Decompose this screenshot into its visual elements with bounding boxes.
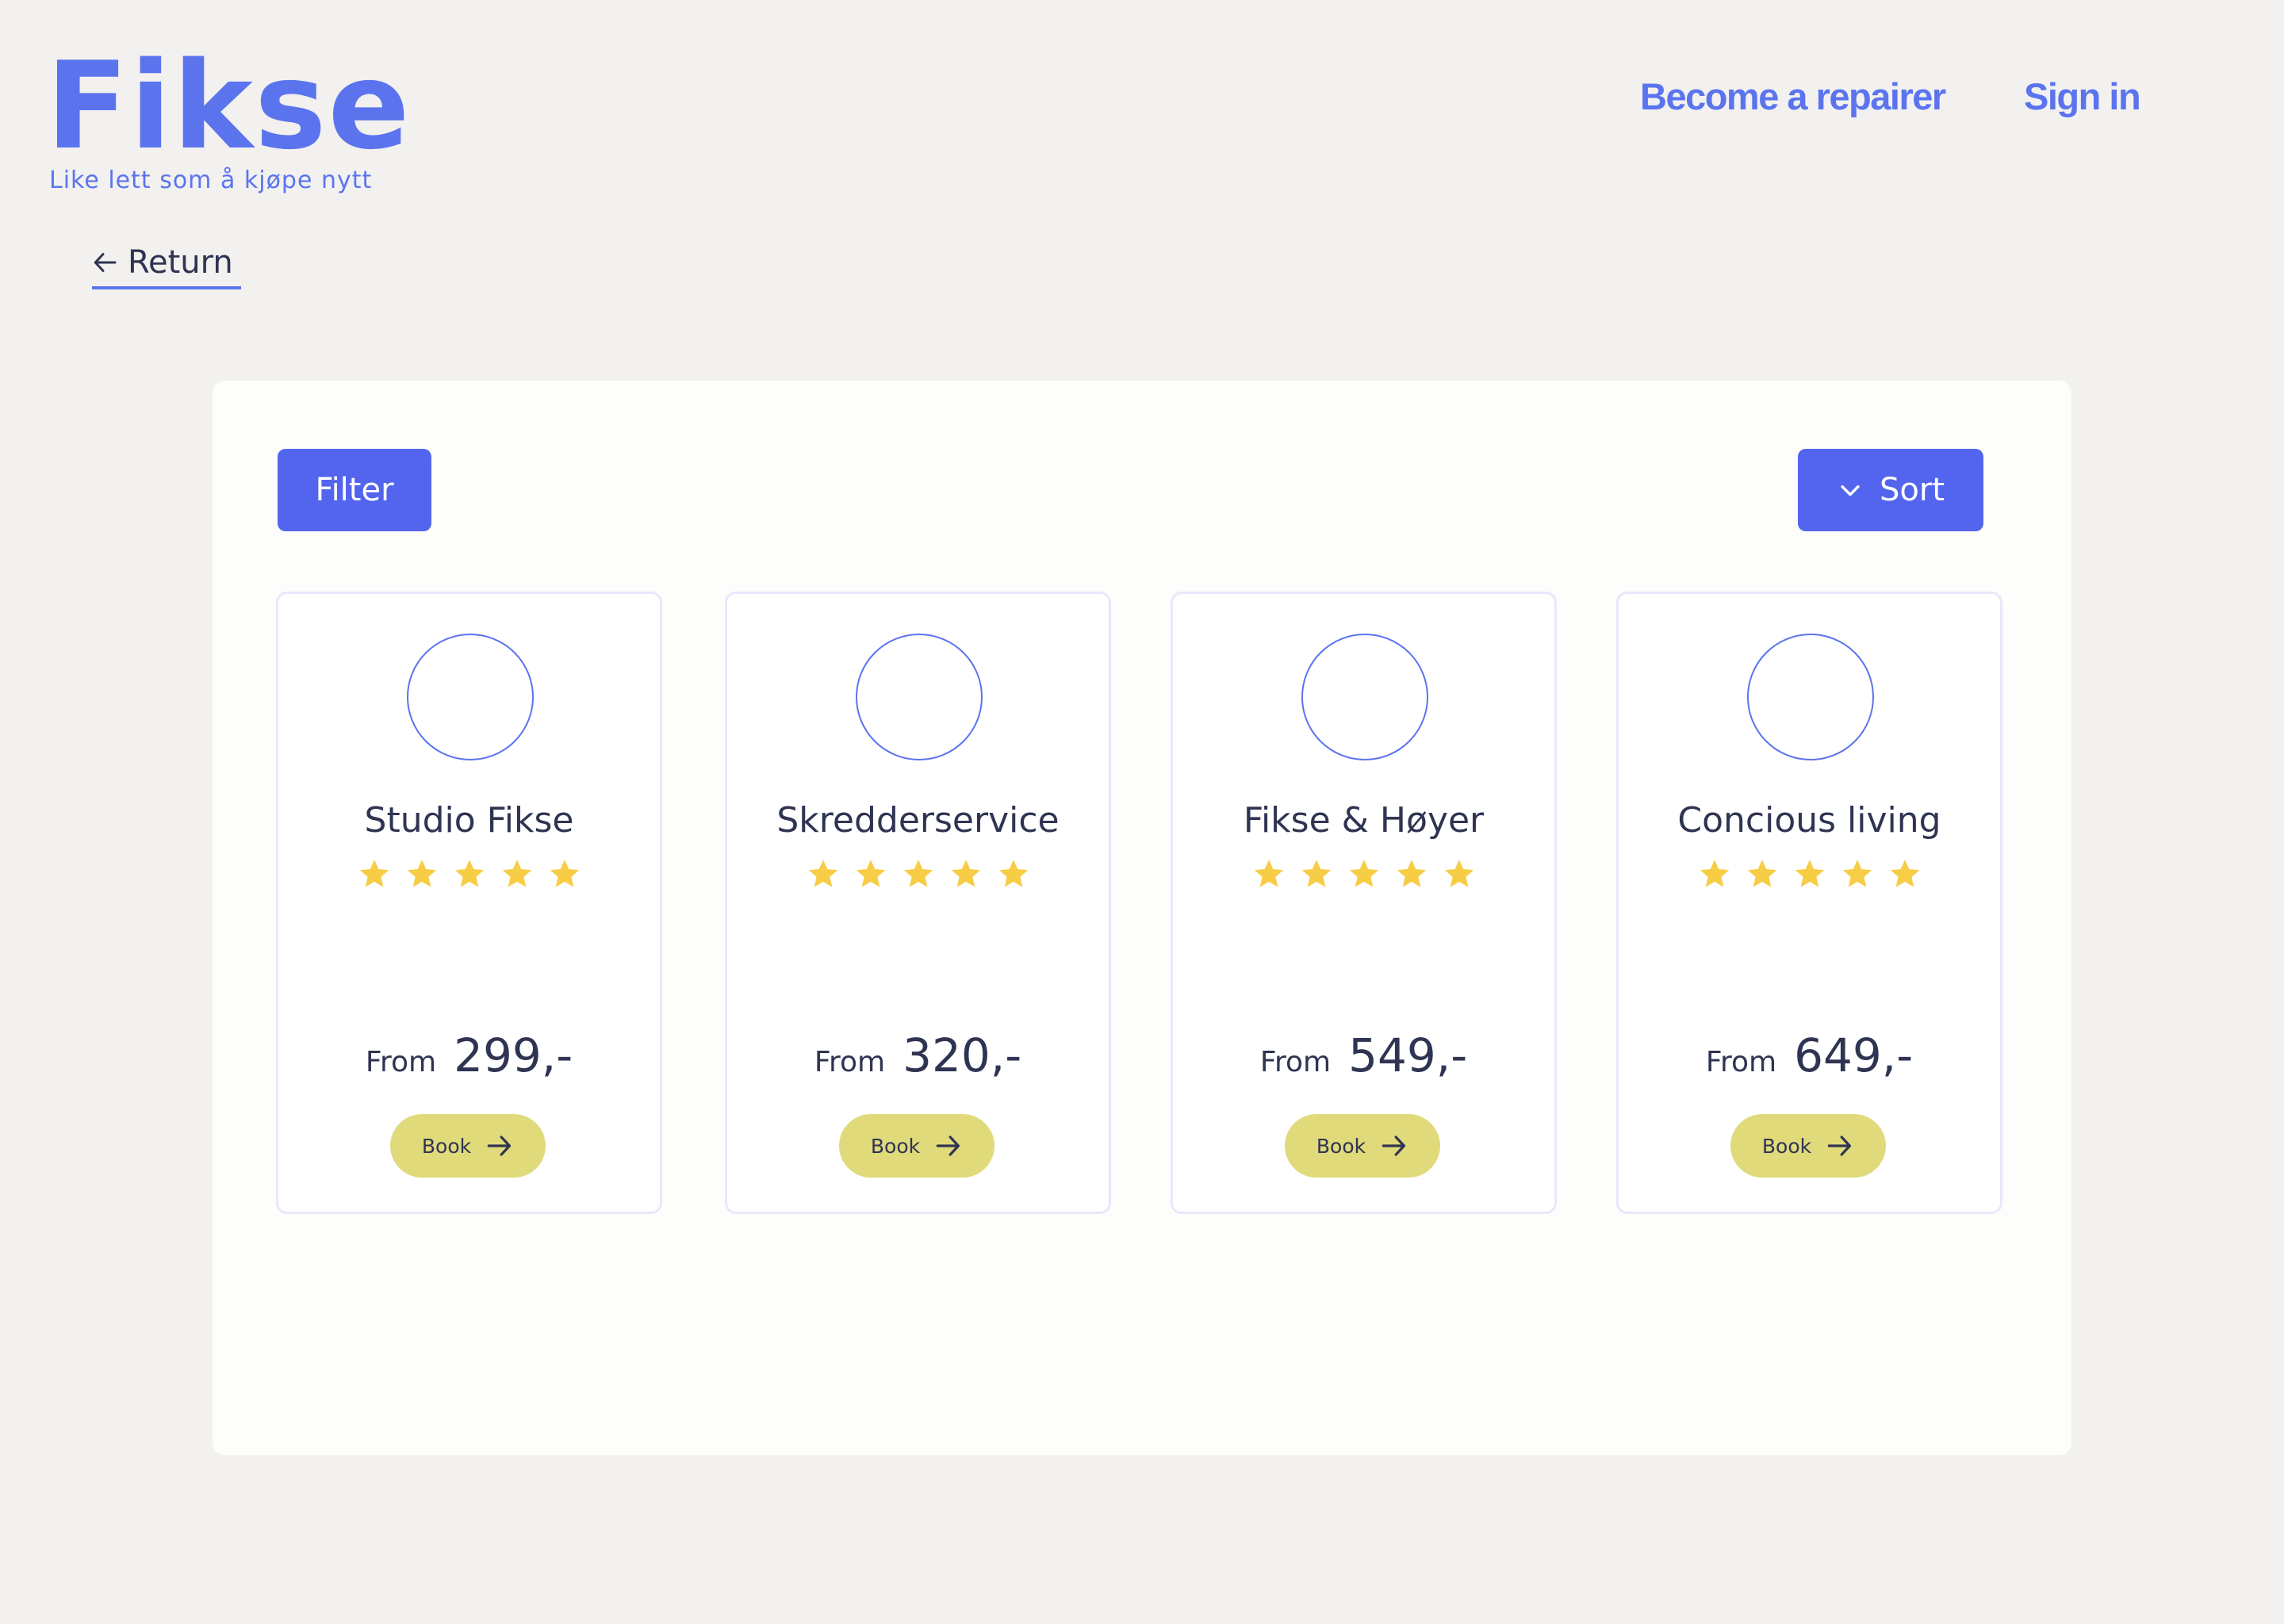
- star-icon: [1444, 860, 1473, 887]
- star-rating: [1619, 857, 2000, 891]
- repairer-name: Studio Fikse: [364, 800, 574, 841]
- chevron-down-icon: [1841, 485, 1860, 496]
- price-value: 549,-: [1348, 1028, 1468, 1082]
- price: From 299,-: [278, 1028, 660, 1082]
- star-icon: [1397, 860, 1426, 887]
- star-icon: [502, 860, 531, 887]
- repairer-card: Skredderservice From 320,- Book: [725, 592, 1111, 1214]
- return-label: Return: [128, 244, 233, 281]
- price-value: 320,-: [902, 1028, 1022, 1082]
- repairer-name: Skredderservice: [776, 800, 1060, 841]
- book-label: Book: [1761, 1134, 1812, 1158]
- filter-label: Filter: [315, 472, 394, 508]
- star-icon: [998, 860, 1028, 887]
- return-link[interactable]: Return: [91, 244, 233, 281]
- book-button[interactable]: Book: [839, 1114, 994, 1178]
- repairer-name: Concious living: [1677, 800, 1941, 841]
- price: From 320,-: [727, 1028, 1109, 1082]
- star-icon: [1890, 860, 1919, 887]
- book-label: Book: [421, 1134, 472, 1158]
- return-underline: [92, 286, 241, 289]
- repairer-card: Concious living From 649,- Book: [1616, 592, 2002, 1214]
- results-panel: Filter Sort Studio Fikse From 299,- Book…: [213, 381, 2071, 1455]
- book-label: Book: [870, 1134, 921, 1158]
- avatar: [407, 634, 534, 760]
- star-icon: [1842, 860, 1872, 887]
- star-icon: [550, 860, 579, 887]
- price-value: 649,-: [1794, 1028, 1914, 1082]
- avatar: [1747, 634, 1874, 760]
- star-icon: [903, 860, 933, 887]
- star-icon: [1301, 860, 1331, 887]
- sort-button[interactable]: Sort: [1798, 449, 1983, 531]
- book-button[interactable]: Book: [1730, 1114, 1886, 1178]
- star-icon: [359, 860, 389, 887]
- price-value: 299,-: [454, 1028, 573, 1082]
- star-icon: [1795, 860, 1824, 887]
- star-rating: [278, 857, 660, 891]
- star-icon: [1254, 860, 1283, 887]
- star-icon: [1349, 860, 1378, 887]
- arrow-right-icon: [487, 1136, 512, 1156]
- star-icon: [808, 860, 837, 887]
- sign-in-link[interactable]: Sign in: [2024, 75, 2141, 118]
- book-label: Book: [1316, 1134, 1366, 1158]
- price: From 649,-: [1619, 1028, 2000, 1082]
- star-icon: [407, 860, 436, 887]
- book-button[interactable]: Book: [1285, 1114, 1440, 1178]
- star-icon: [1747, 860, 1776, 887]
- book-button[interactable]: Book: [390, 1114, 546, 1178]
- star-rating: [1173, 857, 1554, 891]
- avatar: [1301, 634, 1428, 760]
- tagline: Like lett som å kjøpe nytt: [49, 167, 373, 194]
- price-prefix: From: [814, 1046, 886, 1078]
- arrow-right-icon: [1827, 1136, 1852, 1156]
- become-repairer-link[interactable]: Become a repairer: [1640, 75, 1946, 118]
- star-icon: [856, 860, 885, 887]
- price-prefix: From: [1705, 1046, 1777, 1078]
- sort-label: Sort: [1880, 472, 1945, 508]
- arrow-left-icon: [94, 253, 117, 272]
- star-icon: [454, 860, 484, 887]
- arrow-right-icon: [1382, 1136, 1406, 1156]
- price-prefix: From: [365, 1046, 437, 1078]
- filter-button[interactable]: Filter: [278, 449, 431, 531]
- repairer-card: Fikse & Høyer From 549,- Book: [1171, 592, 1557, 1214]
- repairer-card: Studio Fikse From 299,- Book: [276, 592, 662, 1214]
- repairer-name: Fikse & Høyer: [1243, 800, 1485, 841]
- avatar: [856, 634, 983, 760]
- star-icon: [951, 860, 980, 887]
- star-rating: [727, 857, 1109, 891]
- price-prefix: From: [1259, 1046, 1332, 1078]
- logo[interactable]: Fikse: [46, 46, 412, 167]
- star-icon: [1700, 860, 1729, 887]
- price: From 549,-: [1173, 1028, 1554, 1082]
- arrow-right-icon: [936, 1136, 960, 1156]
